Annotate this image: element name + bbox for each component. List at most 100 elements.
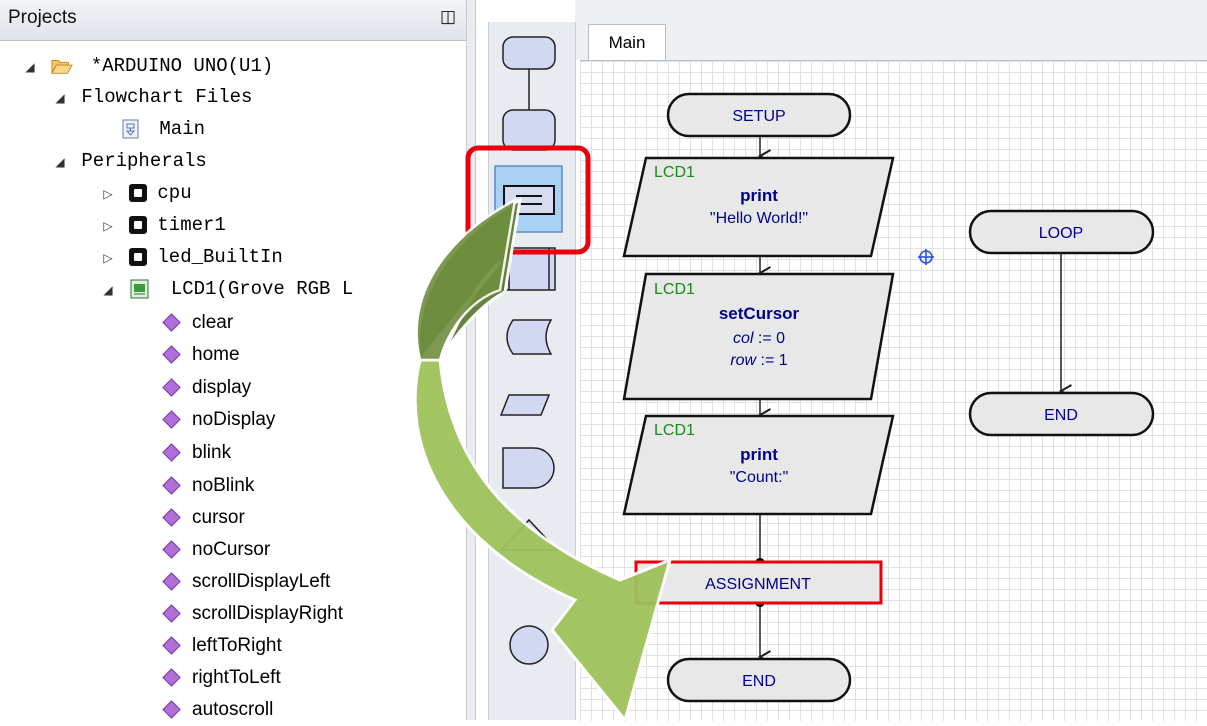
device-label: LCD1(Grove RGB L (170, 278, 354, 300)
expand-icon[interactable]: ▷ (98, 243, 118, 275)
chip-icon (129, 215, 148, 234)
method-label: blink (192, 442, 232, 463)
method-label: cursor (192, 507, 245, 528)
terminator-tool[interactable] (502, 36, 556, 151)
block-device-label: LCD1 (654, 281, 695, 298)
tree-device-timer1[interactable]: ▷ timer1 (98, 209, 226, 243)
collapse-icon[interactable]: ◢ (50, 147, 70, 179)
method-item-righttoleft[interactable]: rightToLeft (162, 662, 281, 694)
method-label: scrollDisplayRight (192, 603, 343, 624)
folder-open-icon (51, 60, 74, 74)
decision-tool[interactable] (499, 518, 559, 551)
block-method-label: setCursor (719, 304, 800, 323)
expand-icon[interactable]: ▷ (98, 211, 118, 243)
method-icon (162, 636, 181, 656)
arg1-value: := 0 (753, 330, 785, 347)
panel-splitter[interactable] (466, 0, 476, 720)
method-label: scrollDisplayLeft (192, 571, 331, 592)
arg2-value: := 1 (756, 352, 788, 369)
tree-device-led[interactable]: ▷ led_BuiltIn (98, 241, 283, 275)
assignment-block[interactable]: ASSIGNMENT (634, 560, 883, 605)
method-label: noBlink (192, 475, 255, 496)
lcd-module-icon (130, 279, 149, 299)
tab-main[interactable]: Main (588, 24, 666, 61)
method-icon (162, 443, 181, 463)
method-label: rightToLeft (192, 667, 281, 688)
method-icon (162, 345, 181, 365)
method-icon (162, 668, 181, 688)
lcd-print-block-2[interactable]: LCD1 print "Count:" (622, 414, 895, 516)
root-label: *ARDUINO UNO(U1) (90, 55, 274, 77)
method-label: clear (192, 312, 234, 333)
method-item-scrolldisplayright[interactable]: scrollDisplayRight (162, 598, 343, 630)
block-method-label: print (740, 445, 778, 464)
collapse-icon[interactable]: ◢ (98, 275, 118, 307)
method-item-nodisplay[interactable]: noDisplay (162, 404, 275, 436)
end-terminator[interactable]: END (666, 657, 852, 703)
method-label: noCursor (192, 539, 271, 560)
setup-terminator[interactable]: SETUP (666, 92, 852, 138)
assignment-tool[interactable] (494, 165, 563, 233)
tree-main-file[interactable]: Main (120, 113, 205, 145)
flowchart-svg: SETUP LCD1 print "Hello World!" LCD1 set… (622, 92, 1155, 703)
collapse-icon[interactable]: ◢ (20, 52, 40, 84)
projects-header: Projects ◫ (0, 0, 466, 41)
method-item-noblink[interactable]: noBlink (162, 470, 255, 502)
subroutine-tool[interactable] (502, 247, 556, 291)
connector-tool[interactable] (509, 625, 549, 665)
method-item-autoscroll[interactable]: autoscroll (162, 694, 273, 726)
collapse-icon[interactable]: ◢ (50, 83, 70, 115)
method-icon (162, 572, 181, 592)
method-item-display[interactable]: display (162, 372, 252, 404)
lcd-print-block-1[interactable]: LCD1 print "Hello World!" (622, 156, 895, 258)
loop-end-label: END (1044, 407, 1078, 424)
assignment-label: ASSIGNMENT (705, 576, 811, 593)
method-item-clear[interactable]: clear (162, 307, 234, 339)
projects-title: Projects (8, 7, 77, 28)
io-tool[interactable] (499, 394, 551, 416)
device-label: timer1 (157, 214, 226, 236)
method-icon (162, 476, 181, 496)
block-device-label: LCD1 (654, 422, 695, 439)
block-arg1: col := 0 (733, 330, 785, 347)
block-device-label: LCD1 (654, 164, 695, 181)
method-icon (162, 313, 181, 333)
loop-end-terminator[interactable]: END (968, 391, 1155, 437)
device-label: led_BuiltIn (157, 246, 283, 268)
tree-flowchart-files[interactable]: ◢ Flowchart Files (50, 81, 252, 113)
tree-device-cpu[interactable]: ▷ cpu (98, 177, 192, 211)
end-label: END (742, 673, 776, 690)
device-label: cpu (157, 182, 192, 204)
expand-icon[interactable]: ▷ (98, 179, 118, 211)
method-item-blink[interactable]: blink (162, 437, 232, 469)
projects-panel: Projects ◫ ◢ *ARDUINO UNO(U1) ◢ Flowchar… (0, 0, 466, 720)
flowchart-canvas[interactable]: SETUP LCD1 print "Hello World!" LCD1 set… (580, 60, 1207, 721)
delay-tool[interactable] (502, 447, 555, 489)
editor-tabbar (575, 0, 1207, 60)
method-label: display (192, 377, 252, 398)
method-item-nocursor[interactable]: noCursor (162, 534, 271, 566)
dock-icon[interactable]: ◫ (440, 7, 456, 27)
method-icon (162, 700, 181, 720)
method-item-lefttoright[interactable]: leftToRight (162, 630, 282, 662)
lcd-setcursor-block[interactable]: LCD1 setCursor col := 0 row := 1 (622, 272, 895, 401)
loop-terminator[interactable]: LOOP (968, 209, 1155, 255)
method-item-scrolldisplayleft[interactable]: scrollDisplayLeft (162, 566, 331, 598)
block-method-label: print (740, 186, 778, 205)
method-item-cursor[interactable]: cursor (162, 502, 245, 534)
chip-icon (129, 183, 148, 202)
method-icon (162, 410, 181, 430)
stored-data-tool[interactable] (506, 319, 553, 355)
crosshair-icon (918, 249, 934, 265)
tree-root[interactable]: ◢ *ARDUINO UNO(U1) (20, 50, 273, 82)
block-arg-label: "Count:" (730, 469, 789, 486)
chip-icon (129, 247, 148, 266)
main-file-label: Main (159, 118, 206, 140)
method-icon (162, 378, 181, 398)
arg1-name: col (733, 330, 754, 347)
method-label: home (192, 344, 240, 365)
method-item-home[interactable]: home (162, 339, 240, 371)
tree-device-lcd1[interactable]: ◢ LCD1(Grove RGB L (98, 273, 353, 305)
tree-peripherals[interactable]: ◢ Peripherals (50, 145, 206, 179)
block-arg2: row := 1 (730, 352, 787, 369)
